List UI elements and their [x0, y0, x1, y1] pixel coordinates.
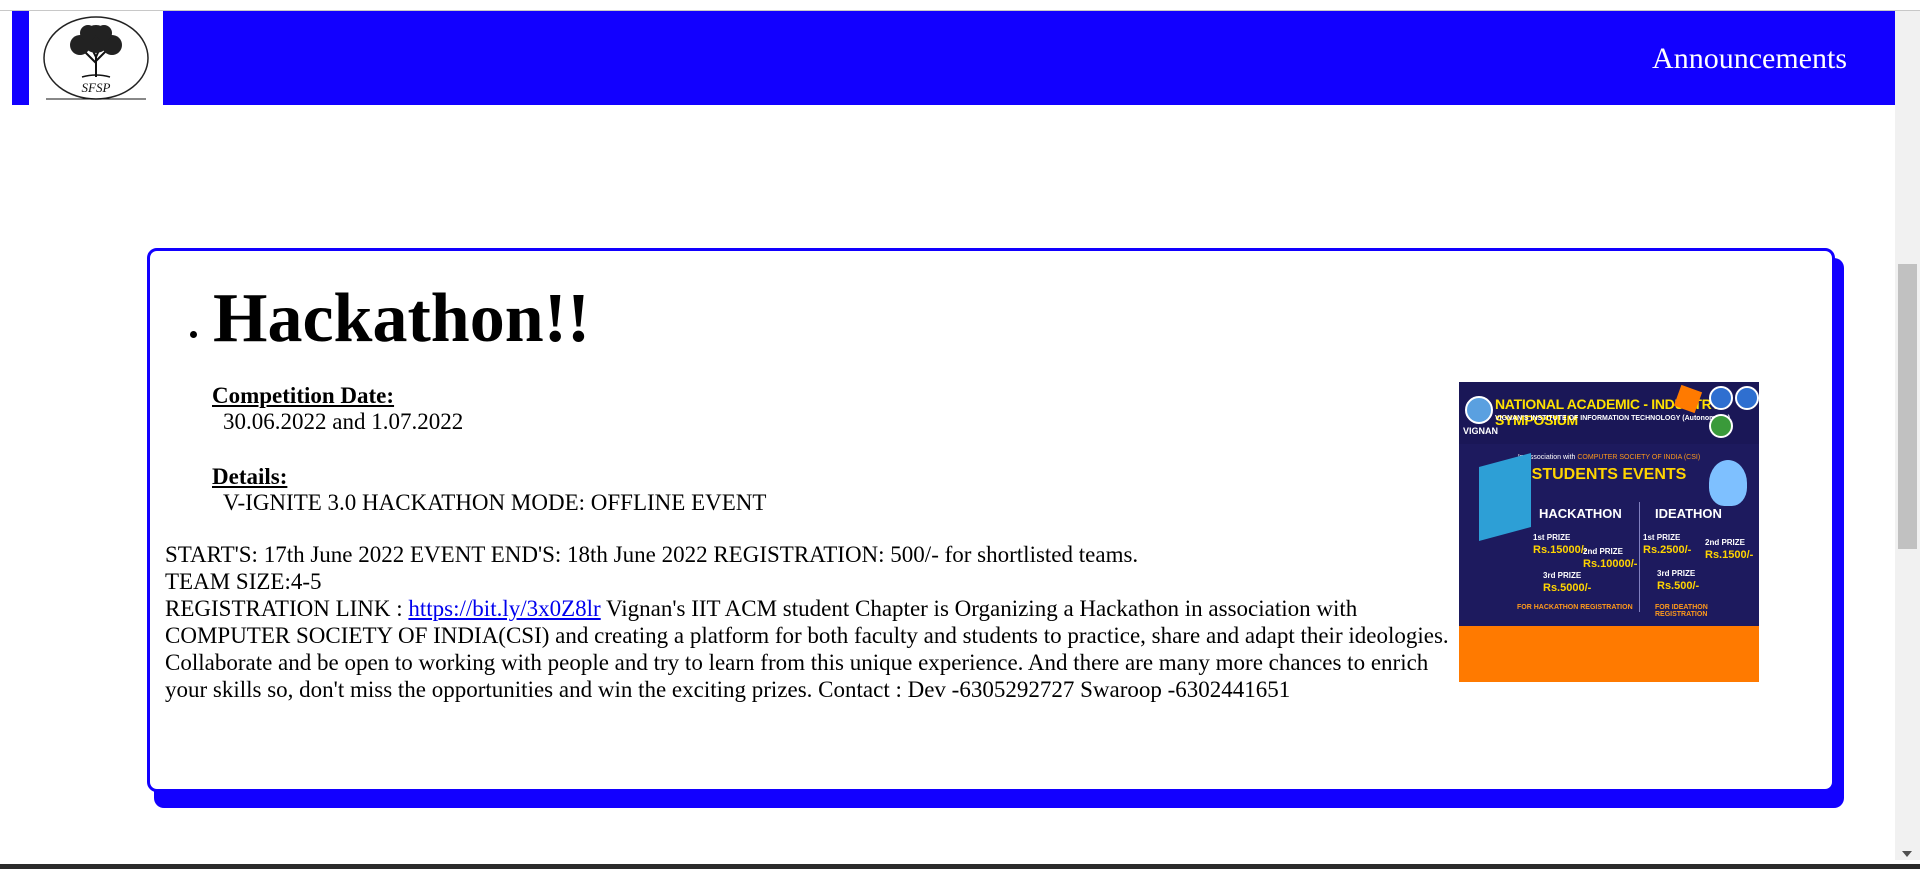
poster-emblem-icon [1735, 386, 1759, 410]
browser-bottom-edge [0, 864, 1920, 869]
team-size-line: TEAM SIZE:4-5 [165, 569, 322, 594]
navbar: SFSP Announcements [12, 11, 1895, 105]
poster-ideathon-title: IDEATHON [1655, 506, 1722, 521]
vertical-scrollbar[interactable] [1895, 11, 1920, 860]
scrollbar-thumb[interactable] [1898, 264, 1917, 549]
poster-vignan-text: VIGNAN [1463, 426, 1499, 436]
poster-prize: 3rd PRIZE Rs.500/- [1657, 569, 1700, 592]
poster-building-illustration [1479, 453, 1531, 541]
registration-prefix: REGISTRATION LINK : [165, 596, 409, 621]
list-bullet [190, 330, 197, 338]
poster-bulb-illustration [1709, 460, 1747, 506]
poster-prize: 1st PRIZE Rs.15000/- [1533, 533, 1588, 556]
poster-prize: 3rd PRIZE Rs.5000/- [1543, 571, 1592, 594]
event-dates-line: START'S: 17th June 2022 EVENT END'S: 18t… [165, 542, 1139, 567]
poster-hackathon-title: HACKATHON [1539, 506, 1622, 521]
competition-date-label: Competition Date: [212, 383, 395, 408]
vignan-logo-icon [1465, 396, 1493, 424]
poster-footer [1459, 626, 1759, 682]
poster-prize: 2nd PRIZE Rs.10000/- [1583, 547, 1638, 570]
poster-prize: 2nd PRIZE Rs.1500/- [1705, 538, 1754, 561]
scroll-down-arrow-icon[interactable] [1902, 851, 1912, 857]
site-logo[interactable]: SFSP [29, 11, 163, 105]
details-label: Details: [212, 464, 288, 489]
poster-hackathon-registration: FOR HACKATHON REGISTRATION [1517, 604, 1633, 611]
poster-assoc-org: COMPUTER SOCIETY OF INDIA (CSI) [1577, 454, 1701, 461]
details-value: V-IGNITE 3.0 HACKATHON MODE: OFFLINE EVE… [223, 490, 767, 515]
poster-ideathon-registration: FOR IDEATHON REGISTRATION [1655, 604, 1708, 618]
poster-prize: 1st PRIZE Rs.2500/- [1643, 533, 1692, 556]
poster-emblem-icon [1709, 414, 1733, 438]
competition-date-value: 30.06.2022 and 1.07.2022 [223, 409, 464, 434]
card-title-row: Hackathon!! [190, 279, 590, 359]
poster-emblem-icon [1709, 386, 1733, 410]
tree-logo-icon: SFSP [43, 16, 149, 100]
hackathon-card: Hackathon!! Competition Date: 30.06.2022… [147, 248, 1835, 792]
registration-paragraph: REGISTRATION LINK : https://bit.ly/3x0Z8… [165, 595, 1450, 703]
event-description: START'S: 17th June 2022 EVENT END'S: 18t… [165, 541, 1450, 703]
event-poster-image: VIGNAN NATIONAL ACADEMIC - INDUSTRY SYMP… [1459, 382, 1759, 682]
poster-subheading: VIGNAN'S INSTITUTE OF INFORMATION TECHNO… [1495, 415, 1731, 422]
registration-link[interactable]: https://bit.ly/3x0Z8lr [408, 596, 600, 621]
poster-divider [1639, 502, 1640, 612]
nav-announcements-link[interactable]: Announcements [1652, 41, 1847, 77]
svg-text:SFSP: SFSP [82, 80, 111, 95]
browser-top-edge [0, 0, 1920, 11]
card-title: Hackathon!! [213, 280, 591, 357]
